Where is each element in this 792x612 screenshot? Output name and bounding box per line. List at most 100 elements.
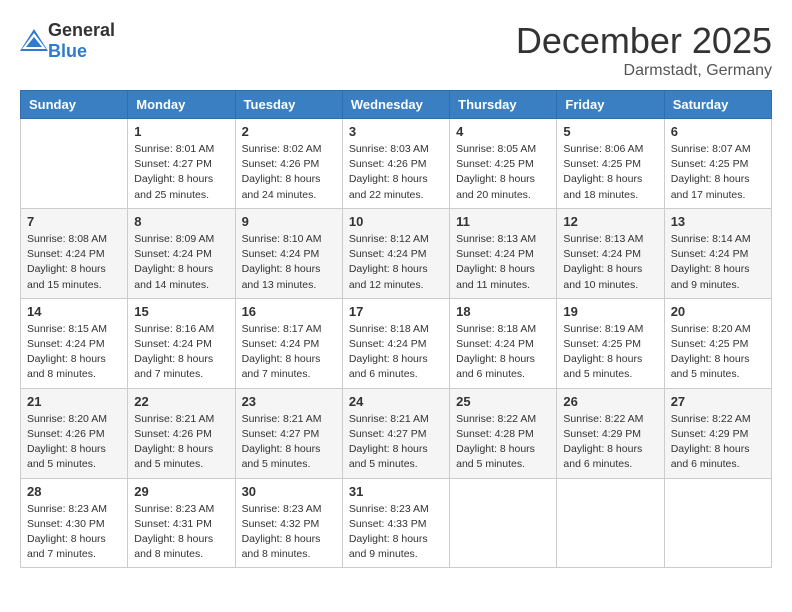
day-info: Sunrise: 8:20 AM Sunset: 4:26 PM Dayligh… [27,412,121,473]
week-row-5: 28 Sunrise: 8:23 AM Sunset: 4:30 PM Dayl… [21,478,772,568]
sunrise-text: Sunrise: 8:05 AM [456,143,536,155]
sunrise-text: Sunrise: 8:18 AM [349,323,429,335]
daylight-text: Daylight: 8 hours and 12 minutes. [349,263,428,290]
title-area: December 2025 Darmstadt, Germany [516,20,772,80]
day-number: 22 [134,394,228,409]
sunset-text: Sunset: 4:32 PM [242,518,320,530]
daylight-text: Daylight: 8 hours and 7 minutes. [134,353,213,380]
day-info: Sunrise: 8:21 AM Sunset: 4:27 PM Dayligh… [349,412,443,473]
logo-general: General [48,20,115,40]
daylight-text: Daylight: 8 hours and 5 minutes. [349,443,428,470]
calendar-cell: 24 Sunrise: 8:21 AM Sunset: 4:27 PM Dayl… [342,388,449,478]
sunrise-text: Sunrise: 8:21 AM [349,413,429,425]
daylight-text: Daylight: 8 hours and 18 minutes. [563,173,642,200]
day-info: Sunrise: 8:16 AM Sunset: 4:24 PM Dayligh… [134,322,228,383]
calendar-cell: 30 Sunrise: 8:23 AM Sunset: 4:32 PM Dayl… [235,478,342,568]
calendar-cell [664,478,771,568]
day-info: Sunrise: 8:15 AM Sunset: 4:24 PM Dayligh… [27,322,121,383]
daylight-text: Daylight: 8 hours and 24 minutes. [242,173,321,200]
day-number: 23 [242,394,336,409]
day-number: 13 [671,214,765,229]
daylight-text: Daylight: 8 hours and 14 minutes. [134,263,213,290]
sunset-text: Sunset: 4:24 PM [242,338,320,350]
calendar-cell: 2 Sunrise: 8:02 AM Sunset: 4:26 PM Dayli… [235,119,342,209]
daylight-text: Daylight: 8 hours and 5 minutes. [242,443,321,470]
sunrise-text: Sunrise: 8:22 AM [671,413,751,425]
calendar-cell: 5 Sunrise: 8:06 AM Sunset: 4:25 PM Dayli… [557,119,664,209]
daylight-text: Daylight: 8 hours and 8 minutes. [27,353,106,380]
sunrise-text: Sunrise: 8:22 AM [456,413,536,425]
sunrise-text: Sunrise: 8:18 AM [456,323,536,335]
day-info: Sunrise: 8:01 AM Sunset: 4:27 PM Dayligh… [134,142,228,203]
sunrise-text: Sunrise: 8:09 AM [134,233,214,245]
day-number: 31 [349,484,443,499]
calendar-cell: 20 Sunrise: 8:20 AM Sunset: 4:25 PM Dayl… [664,298,771,388]
calendar-cell: 8 Sunrise: 8:09 AM Sunset: 4:24 PM Dayli… [128,208,235,298]
sunset-text: Sunset: 4:24 PM [349,338,427,350]
day-info: Sunrise: 8:10 AM Sunset: 4:24 PM Dayligh… [242,232,336,293]
day-number: 17 [349,304,443,319]
daylight-text: Daylight: 8 hours and 11 minutes. [456,263,535,290]
day-info: Sunrise: 8:23 AM Sunset: 4:30 PM Dayligh… [27,502,121,563]
sunset-text: Sunset: 4:24 PM [563,248,641,260]
sunrise-text: Sunrise: 8:23 AM [27,503,107,515]
day-number: 10 [349,214,443,229]
calendar-cell: 25 Sunrise: 8:22 AM Sunset: 4:28 PM Dayl… [450,388,557,478]
day-number: 15 [134,304,228,319]
day-info: Sunrise: 8:07 AM Sunset: 4:25 PM Dayligh… [671,142,765,203]
week-row-4: 21 Sunrise: 8:20 AM Sunset: 4:26 PM Dayl… [21,388,772,478]
day-number: 6 [671,124,765,139]
sunrise-text: Sunrise: 8:06 AM [563,143,643,155]
sunrise-text: Sunrise: 8:02 AM [242,143,322,155]
sunset-text: Sunset: 4:27 PM [349,428,427,440]
day-info: Sunrise: 8:21 AM Sunset: 4:26 PM Dayligh… [134,412,228,473]
sunrise-text: Sunrise: 8:20 AM [27,413,107,425]
calendar-cell: 15 Sunrise: 8:16 AM Sunset: 4:24 PM Dayl… [128,298,235,388]
sunset-text: Sunset: 4:33 PM [349,518,427,530]
daylight-text: Daylight: 8 hours and 5 minutes. [563,353,642,380]
sunset-text: Sunset: 4:25 PM [456,158,534,170]
calendar-cell: 11 Sunrise: 8:13 AM Sunset: 4:24 PM Dayl… [450,208,557,298]
logo-icon [20,29,44,49]
day-info: Sunrise: 8:06 AM Sunset: 4:25 PM Dayligh… [563,142,657,203]
sunset-text: Sunset: 4:24 PM [27,248,105,260]
weekday-header-saturday: Saturday [664,91,771,119]
day-number: 5 [563,124,657,139]
calendar-cell: 22 Sunrise: 8:21 AM Sunset: 4:26 PM Dayl… [128,388,235,478]
sunset-text: Sunset: 4:29 PM [671,428,749,440]
sunset-text: Sunset: 4:24 PM [134,248,212,260]
sunset-text: Sunset: 4:28 PM [456,428,534,440]
day-number: 14 [27,304,121,319]
logo-text: General Blue [48,20,115,62]
sunset-text: Sunset: 4:29 PM [563,428,641,440]
daylight-text: Daylight: 8 hours and 6 minutes. [671,443,750,470]
weekday-header-tuesday: Tuesday [235,91,342,119]
logo: General Blue [20,20,115,62]
sunrise-text: Sunrise: 8:17 AM [242,323,322,335]
calendar-cell [450,478,557,568]
daylight-text: Daylight: 8 hours and 5 minutes. [671,353,750,380]
sunrise-text: Sunrise: 8:12 AM [349,233,429,245]
calendar-cell: 26 Sunrise: 8:22 AM Sunset: 4:29 PM Dayl… [557,388,664,478]
month-title: December 2025 [516,20,772,62]
calendar-cell: 9 Sunrise: 8:10 AM Sunset: 4:24 PM Dayli… [235,208,342,298]
sunset-text: Sunset: 4:24 PM [456,248,534,260]
day-number: 21 [27,394,121,409]
day-info: Sunrise: 8:22 AM Sunset: 4:29 PM Dayligh… [671,412,765,473]
day-number: 29 [134,484,228,499]
day-number: 26 [563,394,657,409]
sunrise-text: Sunrise: 8:21 AM [242,413,322,425]
daylight-text: Daylight: 8 hours and 8 minutes. [134,533,213,560]
sunset-text: Sunset: 4:24 PM [134,338,212,350]
week-row-1: 1 Sunrise: 8:01 AM Sunset: 4:27 PM Dayli… [21,119,772,209]
sunrise-text: Sunrise: 8:23 AM [242,503,322,515]
day-info: Sunrise: 8:18 AM Sunset: 4:24 PM Dayligh… [456,322,550,383]
logo-blue: Blue [48,41,87,61]
calendar-cell: 7 Sunrise: 8:08 AM Sunset: 4:24 PM Dayli… [21,208,128,298]
day-info: Sunrise: 8:12 AM Sunset: 4:24 PM Dayligh… [349,232,443,293]
sunset-text: Sunset: 4:24 PM [349,248,427,260]
sunset-text: Sunset: 4:26 PM [27,428,105,440]
sunset-text: Sunset: 4:27 PM [134,158,212,170]
sunset-text: Sunset: 4:26 PM [349,158,427,170]
sunset-text: Sunset: 4:25 PM [563,338,641,350]
